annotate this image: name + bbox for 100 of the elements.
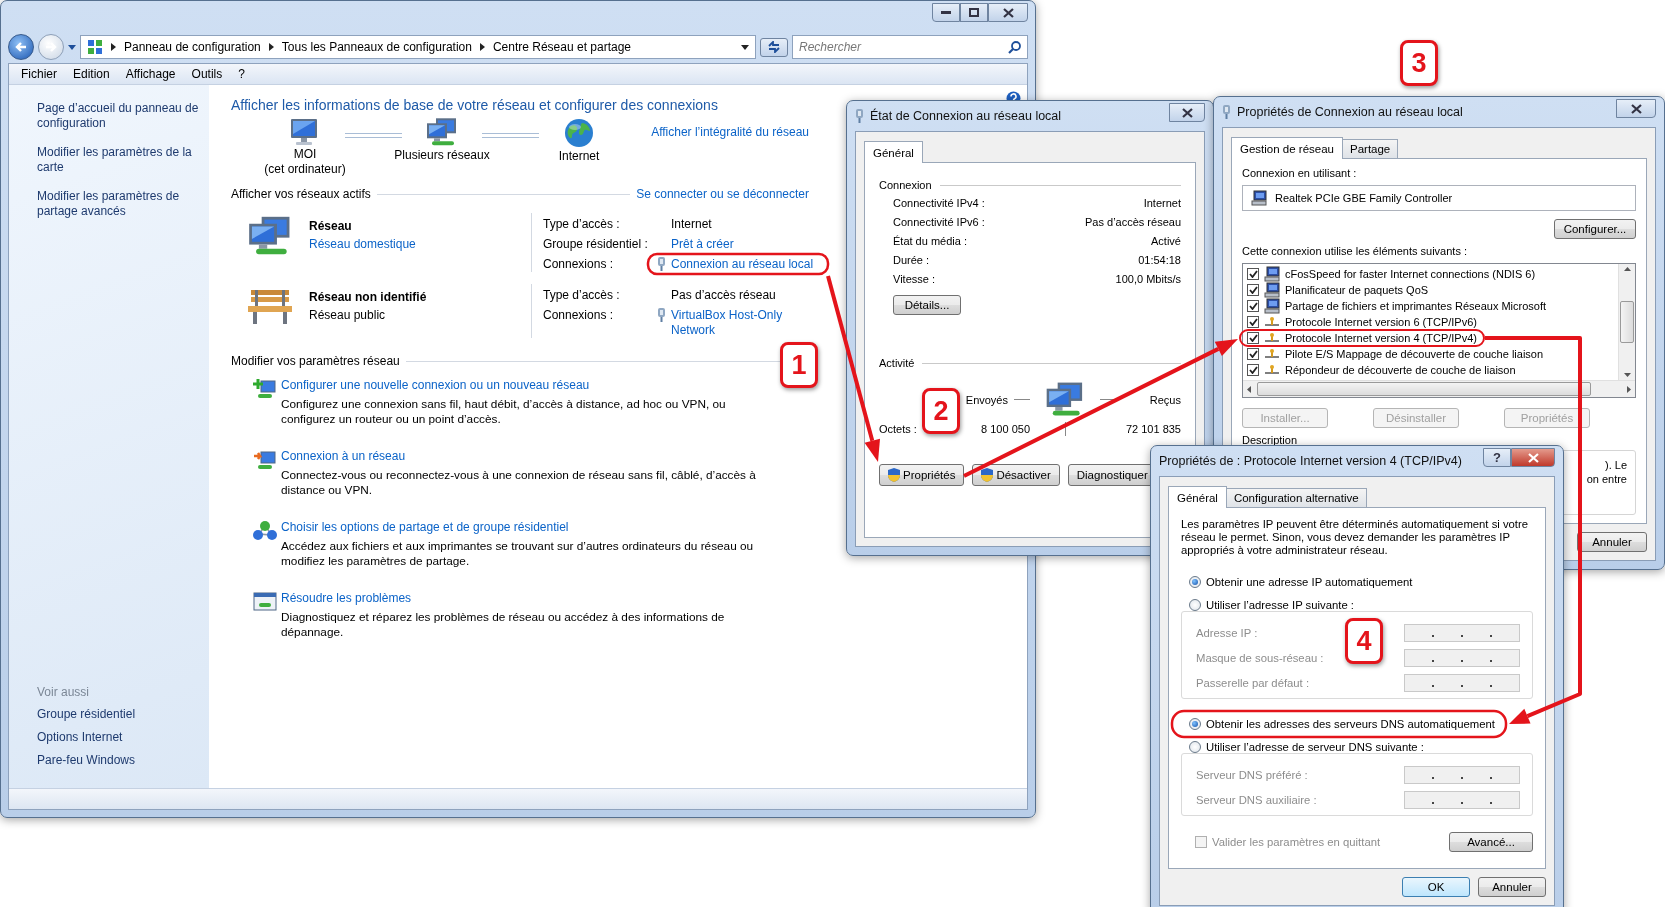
- dropdown-icon[interactable]: [68, 44, 76, 50]
- breadcrumb[interactable]: Tous les Panneaux de configuration: [281, 40, 472, 54]
- breadcrumb[interactable]: Panneau de configuration: [124, 40, 261, 54]
- field-value: Internet: [1143, 196, 1181, 211]
- network-type-link[interactable]: Réseau domestique: [309, 237, 531, 251]
- window-title: Propriétés de Connexion au réseau local: [1237, 105, 1464, 119]
- scrollbar[interactable]: [1618, 264, 1635, 380]
- sidebar-link[interactable]: Pare-feu Windows: [37, 753, 201, 768]
- tab[interactable]: Général: [864, 141, 923, 163]
- connection-icon: [855, 109, 864, 123]
- radio-option[interactable]: Obtenir une adresse IP automatiquement: [1181, 573, 1413, 591]
- cancel-button[interactable]: Annuler: [1577, 532, 1647, 552]
- sidebar-link[interactable]: Modifier les paramètres de partage avancés: [37, 189, 201, 219]
- forward-arrow-icon: [45, 41, 57, 53]
- window-title: Propriétés de : Protocole Internet version 4 (TCP/IPv4): [1159, 454, 1463, 468]
- tab[interactable]: Gestion de réseau: [1231, 137, 1343, 159]
- close-button[interactable]: [988, 3, 1028, 22]
- checkbox[interactable]: [1247, 348, 1259, 360]
- task-link[interactable]: Configurer une nouvelle connexion ou un nouveau réseau: [281, 378, 590, 392]
- radio-option[interactable]: Utiliser l’adresse de serveur DNS suivante :: [1181, 738, 1424, 756]
- connect-disconnect-link[interactable]: Se connecter ou se déconnecter: [636, 187, 809, 201]
- sidebar-link[interactable]: Modifier les paramètres de la carte: [37, 145, 201, 175]
- detail-label: Type d’accès :: [543, 288, 621, 303]
- scroll-right-icon[interactable]: [1627, 385, 1631, 393]
- view-full-map-link[interactable]: Afficher l’intégralité du réseau: [651, 125, 809, 139]
- minimize-button[interactable]: [932, 3, 960, 22]
- task-link[interactable]: Choisir les options de partage et de groupe résidentiel: [281, 520, 569, 534]
- close-icon: [1181, 107, 1193, 118]
- cancel-button[interactable]: Annuler: [1478, 877, 1546, 897]
- checkbox[interactable]: [1247, 332, 1259, 344]
- close-button[interactable]: [1616, 99, 1656, 118]
- maximize-button[interactable]: [960, 3, 988, 22]
- menu-item[interactable]: Fichier: [13, 67, 65, 81]
- breadcrumb[interactable]: Centre Réseau et partage: [492, 40, 631, 54]
- detail-link[interactable]: Connexion au réseau local: [671, 257, 814, 272]
- menu-item[interactable]: Edition: [65, 67, 118, 81]
- task-description: Connectez-vous ou reconnectez-vous à une connexion de réseau sans fil, câblé, d’accès à distance ou VPN.: [281, 468, 757, 498]
- checkbox[interactable]: [1247, 300, 1259, 312]
- maximize-icon: [969, 8, 979, 17]
- scroll-up-icon[interactable]: [1623, 267, 1631, 271]
- field-label: Durée :: [893, 253, 930, 268]
- list-item[interactable]: Répondeur de découverte de couche de liaison: [1285, 363, 1516, 377]
- configure-button[interactable]: Configurer...: [1554, 219, 1636, 239]
- checkbox[interactable]: [1247, 268, 1259, 280]
- sidebar-link[interactable]: Options Internet: [37, 730, 201, 745]
- tab[interactable]: Configuration alternative: [1225, 488, 1367, 507]
- menu-item[interactable]: ?: [230, 67, 253, 81]
- checkbox[interactable]: [1247, 364, 1259, 376]
- close-button[interactable]: [1169, 103, 1205, 122]
- close-button[interactable]: [1511, 448, 1555, 467]
- detail-label: Groupe résidentiel :: [543, 237, 649, 252]
- radio-option[interactable]: Obtenir les adresses des serveurs DNS automatiquement: [1181, 715, 1495, 733]
- checkbox[interactable]: [1247, 316, 1259, 328]
- refresh-button[interactable]: [760, 37, 788, 57]
- list-item[interactable]: Partage de fichiers et imprimantes Réseaux Microsoft: [1285, 299, 1547, 313]
- address-bar[interactable]: Panneau de configuration Tous les Panneaux de configuration Centre Réseau et partage: [80, 35, 756, 59]
- list-item[interactable]: cFosSpeed for faster Internet connections (NDIS 6): [1285, 267, 1536, 281]
- list-item[interactable]: Protocole Internet version 6 (TCP/IPv6): [1285, 315, 1477, 329]
- description-text: on entre: [1586, 473, 1627, 485]
- radio-option[interactable]: Utiliser l’adresse IP suivante :: [1181, 596, 1354, 614]
- task-description: Configurez une connexion sans fil, haut débit, d’accès à distance, ad hoc ou VPN, ou configurez un routeur ou un point d’accès.: [281, 397, 727, 427]
- field-value: 100,0 Mbits/s: [1115, 272, 1181, 287]
- sidebar-link[interactable]: Page d’accueil du panneau de configuration: [37, 101, 201, 131]
- detail-link[interactable]: Prêt à créer: [671, 237, 734, 252]
- list-item[interactable]: Protocole Internet version 4 (TCP/IPv4): [1285, 331, 1477, 345]
- dropdown-icon[interactable]: [741, 44, 749, 50]
- group-label: Activité: [879, 357, 915, 369]
- task-link[interactable]: Résoudre les problèmes: [281, 591, 412, 605]
- see-also-heading: Voir aussi: [37, 685, 91, 699]
- list-item[interactable]: Pilote E/S Mappage de découverte de couche liaison: [1285, 347, 1544, 361]
- task-link[interactable]: Connexion à un réseau: [281, 449, 406, 463]
- service-icon: [1264, 282, 1280, 298]
- scroll-left-icon[interactable]: [1247, 385, 1251, 393]
- tab[interactable]: Partage: [1342, 139, 1399, 158]
- step-badge: 1: [780, 342, 818, 388]
- refresh-icon: [767, 41, 781, 53]
- checkbox[interactable]: [1247, 284, 1259, 296]
- detail-label: Connexions :: [543, 257, 615, 272]
- list-item[interactable]: Planificateur de paquets QoS: [1285, 283, 1429, 297]
- menu-item[interactable]: Affichage: [117, 67, 184, 81]
- ok-button[interactable]: OK: [1402, 877, 1470, 897]
- section-heading: Modifier vos paramètres réseau: [231, 354, 400, 368]
- back-button[interactable]: [8, 34, 34, 60]
- menu-item[interactable]: Outils: [183, 67, 231, 81]
- search-field[interactable]: Rechercher: [792, 35, 1028, 59]
- tab[interactable]: Général: [1168, 486, 1227, 508]
- detail-link[interactable]: VirtualBox Host-Only Network: [671, 308, 821, 338]
- advanced-button[interactable]: Avancé...: [1449, 832, 1533, 852]
- scrollbar[interactable]: [1243, 380, 1635, 397]
- sidebar-link[interactable]: Groupe résidentiel: [37, 707, 201, 722]
- network-name: Réseau non identifié: [309, 290, 428, 304]
- help-button[interactable]: ?: [1483, 448, 1511, 467]
- protocol-icon: [1264, 365, 1280, 375]
- search-icon: [1008, 40, 1021, 54]
- scroll-down-icon[interactable]: [1623, 373, 1631, 377]
- dialog-button[interactable]: Désactiver: [972, 464, 1060, 487]
- details-button[interactable]: Détails...: [893, 295, 961, 315]
- field-label: Masque de sous-réseau :: [1196, 652, 1324, 664]
- dialog-button[interactable]: Propriétés: [879, 464, 965, 487]
- adapter-field: Realtek PCIe GBE Family Controller: [1242, 185, 1636, 211]
